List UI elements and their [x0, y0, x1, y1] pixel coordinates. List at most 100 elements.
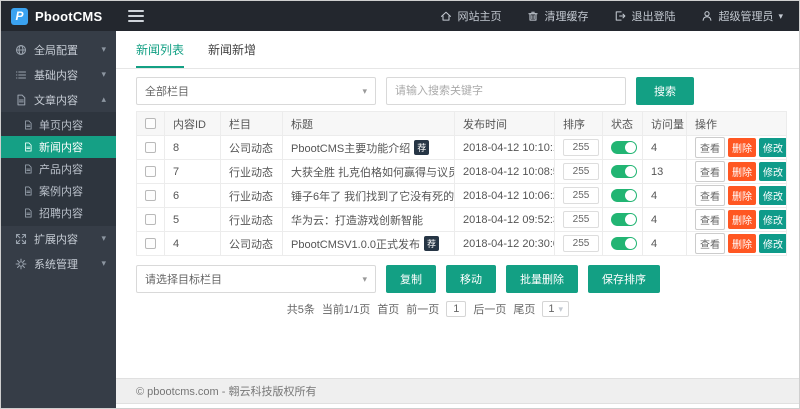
move-button[interactable]: 移动	[446, 265, 496, 293]
status-toggle[interactable]	[611, 213, 637, 226]
cell-category: 公司动态	[221, 232, 283, 256]
cell-id: 7	[165, 160, 221, 184]
sidebar-item-system-manage[interactable]: 系统管理 ▾	[1, 251, 116, 276]
user-icon	[701, 10, 713, 22]
status-toggle[interactable]	[611, 141, 637, 154]
save-sort-button[interactable]: 保存排序	[588, 265, 660, 293]
status-toggle[interactable]	[611, 165, 637, 178]
pagination-first[interactable]: 首页	[377, 301, 399, 317]
delete-button[interactable]: 删除	[728, 210, 756, 229]
sidebar-subitem-label: 产品内容	[39, 161, 83, 177]
delete-button[interactable]: 删除	[728, 186, 756, 205]
status-toggle[interactable]	[611, 189, 637, 202]
view-button[interactable]: 查看	[695, 233, 725, 254]
topbar-link-label: 退出登陆	[631, 8, 675, 24]
caret-down-icon: ▾	[101, 45, 106, 54]
sidebar-subitem-label: 单页内容	[39, 117, 83, 133]
row-checkbox[interactable]	[145, 190, 156, 201]
edit-button[interactable]: 修改	[759, 186, 787, 205]
view-button[interactable]: 查看	[695, 185, 725, 206]
topbar-user-menu[interactable]: 超级管理员 ▾	[701, 8, 783, 24]
sidebar-item-basic-content[interactable]: 基础内容 ▾	[1, 62, 116, 87]
sidebar-subitem-case[interactable]: 案例内容	[1, 180, 116, 202]
row-checkbox[interactable]	[145, 214, 156, 225]
tab-bar: 新闻列表 新闻新增	[116, 31, 799, 69]
pagination-next[interactable]: 后一页	[473, 301, 506, 317]
copy-button[interactable]: 复制	[386, 265, 436, 293]
cell-visits: 13	[643, 160, 687, 184]
pagination-page-info: 当前1/1页	[322, 301, 370, 317]
tab-news-list[interactable]: 新闻列表	[136, 41, 184, 68]
caret-down-icon: ▾	[362, 87, 367, 96]
col-header-date: 发布时间	[455, 112, 555, 136]
search-button[interactable]: 搜索	[636, 77, 694, 105]
sidebar-item-extension-content[interactable]: 扩展内容 ▾	[1, 226, 116, 251]
col-header-sort: 排序	[555, 112, 603, 136]
pagination-prev[interactable]: 前一页	[406, 301, 439, 317]
sidebar-subitem-product[interactable]: 产品内容	[1, 158, 116, 180]
cell-visits: 4	[643, 136, 687, 160]
cell-title: PbootCMSV1.0.0正式发布荐	[283, 232, 455, 256]
edit-button[interactable]: 修改	[759, 162, 787, 181]
cell-category: 行业动态	[221, 184, 283, 208]
edit-button[interactable]: 修改	[759, 138, 787, 157]
sort-input[interactable]	[563, 187, 599, 204]
cell-visits: 4	[643, 208, 687, 232]
sidebar-item-label: 全局配置	[34, 42, 78, 58]
topbar-link-clear-cache[interactable]: 清理缓存	[527, 8, 588, 24]
edit-button[interactable]: 修改	[759, 210, 787, 229]
list-icon	[15, 69, 27, 81]
view-button[interactable]: 查看	[695, 137, 725, 158]
delete-button[interactable]: 删除	[728, 162, 756, 181]
hamburger-icon[interactable]	[128, 7, 144, 25]
sidebar-item-label: 扩展内容	[34, 231, 78, 247]
topbar-link-logout[interactable]: 退出登陆	[614, 8, 675, 24]
category-select[interactable]: 全部栏目 ▾	[136, 77, 376, 105]
footer: © pbootcms.com - 翱云科技版权所有	[116, 378, 799, 404]
topbar-link-home[interactable]: 网站主页	[440, 8, 501, 24]
col-header-title: 标题	[283, 112, 455, 136]
delete-button[interactable]: 删除	[728, 234, 756, 253]
pagination-last[interactable]: 尾页	[513, 301, 535, 317]
sort-input[interactable]	[563, 163, 599, 180]
sidebar-subitem-news[interactable]: 新闻内容	[1, 136, 116, 158]
cell-category: 公司动态	[221, 136, 283, 160]
filter-bar: 全部栏目 ▾ 搜索	[136, 77, 779, 105]
sort-input[interactable]	[563, 211, 599, 228]
row-checkbox[interactable]	[145, 142, 156, 153]
view-button[interactable]: 查看	[695, 209, 725, 230]
status-toggle[interactable]	[611, 237, 637, 250]
sidebar-item-global-config[interactable]: 全局配置 ▾	[1, 37, 116, 62]
select-all-checkbox[interactable]	[145, 118, 156, 129]
sidebar-subitem-recruit[interactable]: 招聘内容	[1, 202, 116, 224]
row-checkbox[interactable]	[145, 238, 156, 249]
batch-delete-button[interactable]: 批量删除	[506, 265, 578, 293]
sidebar-submenu: 单页内容 新闻内容 产品内容 案例内容 招聘内容	[1, 112, 116, 226]
topbar-menu: 网站主页 清理缓存 退出登陆 超级管理员 ▾	[440, 8, 799, 24]
logo[interactable]: P PbootCMS	[1, 8, 116, 25]
gear-icon	[15, 258, 27, 270]
delete-button[interactable]: 删除	[728, 138, 756, 157]
cell-date: 2018-04-12 10:10:18	[455, 136, 555, 160]
table-row: 8 公司动态 PbootCMS主要功能介绍荐 2018-04-12 10:10:…	[137, 136, 787, 160]
table-header-row: 内容ID 栏目 标题 发布时间 排序 状态 访问量 操作	[137, 112, 787, 136]
pagination-page-select[interactable]: 1 ▾	[542, 301, 569, 317]
tab-news-add[interactable]: 新闻新增	[208, 41, 256, 68]
edit-button[interactable]: 修改	[759, 234, 787, 253]
cell-id: 8	[165, 136, 221, 160]
caret-down-icon: ▾	[101, 234, 106, 243]
target-category-select[interactable]: 请选择目标栏目 ▾	[136, 265, 376, 293]
view-button[interactable]: 查看	[695, 161, 725, 182]
main-content: 新闻列表 新闻新增 全部栏目 ▾ 搜索 内容ID	[116, 31, 799, 408]
sort-input[interactable]	[563, 139, 599, 156]
sort-input[interactable]	[563, 235, 599, 252]
sidebar-item-label: 文章内容	[34, 92, 78, 108]
pagination-current-page[interactable]: 1	[446, 301, 466, 317]
row-checkbox[interactable]	[145, 166, 156, 177]
sidebar-item-article-content[interactable]: 文章内容 ▴	[1, 87, 116, 112]
search-input[interactable]	[386, 77, 626, 105]
topbar-link-label: 网站主页	[457, 8, 501, 24]
sidebar-subitem-single-page[interactable]: 单页内容	[1, 114, 116, 136]
app-window: P PbootCMS 网站主页 清理缓存 退出登陆 超级管理员 ▾	[0, 0, 800, 409]
sidebar-subitem-label: 案例内容	[39, 183, 83, 199]
